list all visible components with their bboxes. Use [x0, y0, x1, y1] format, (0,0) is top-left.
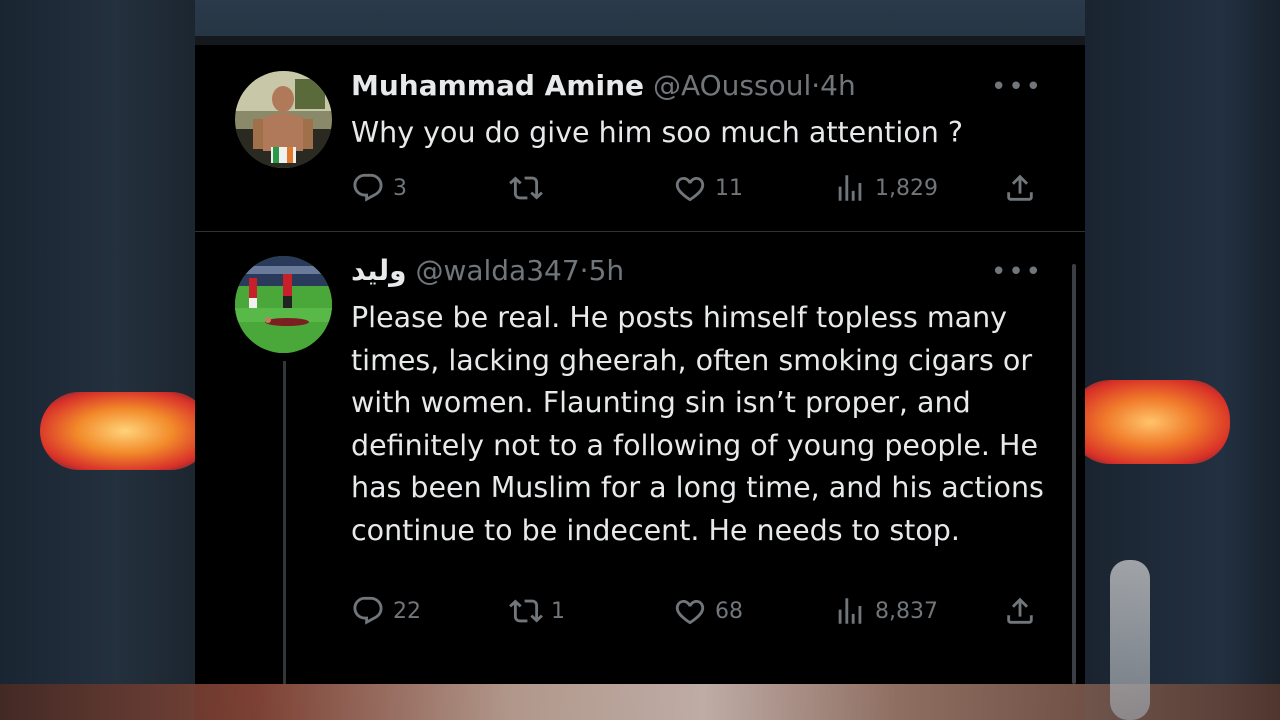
timestamp[interactable]: 5h	[589, 254, 625, 287]
display-name[interactable]: Muhammad Amine	[351, 69, 644, 102]
more-options-icon[interactable]: •••	[991, 257, 1043, 287]
share-icon	[1007, 174, 1033, 201]
tweet[interactable]: Muhammad Amine @AOussoul·4h ••• Why you …	[195, 66, 1085, 231]
scrollbar[interactable]	[1072, 264, 1076, 684]
share-icon	[1007, 597, 1033, 624]
retweet-icon	[509, 599, 543, 623]
separator-dot: ·	[579, 254, 589, 287]
thread-line	[283, 361, 286, 684]
reply-count: 3	[393, 175, 407, 201]
like-button[interactable]: 68	[673, 593, 743, 629]
view-count: 1,829	[875, 175, 938, 201]
user-handle[interactable]: @walda347	[415, 254, 579, 287]
user-handle[interactable]: @AOussoul	[653, 69, 811, 102]
tweet-actions: 22 1 68 8,837	[351, 593, 1051, 629]
tweet-actions: 3 11 1,829	[351, 170, 1051, 206]
reply-icon	[353, 173, 383, 202]
like-count: 68	[715, 598, 743, 624]
share-button[interactable]	[1003, 593, 1037, 629]
reply-count: 22	[393, 598, 421, 624]
tweet-text: Why you do give him soo much attention ?	[351, 116, 964, 149]
retweet-button[interactable]	[509, 170, 551, 206]
views-button[interactable]: 8,837	[833, 593, 938, 629]
tweet-divider	[195, 231, 1085, 232]
reply-icon	[353, 596, 383, 625]
heart-icon	[675, 599, 705, 625]
reply-button[interactable]: 3	[351, 170, 407, 206]
display-name[interactable]: وليد	[351, 254, 407, 287]
tweet[interactable]: وليد @walda347·5h ••• Please be real. He…	[195, 251, 1085, 684]
more-options-icon[interactable]: •••	[991, 72, 1043, 102]
retweet-count: 1	[551, 598, 565, 624]
views-button[interactable]: 1,829	[833, 170, 938, 206]
retweet-icon	[509, 176, 543, 200]
views-icon	[838, 598, 862, 624]
tweet-text: Please be real. He posts himself topless…	[351, 301, 1044, 547]
share-button[interactable]	[1003, 170, 1037, 206]
like-button[interactable]: 11	[673, 170, 743, 206]
heart-icon	[675, 176, 705, 202]
tweet-header: وليد @walda347·5h	[351, 253, 624, 289]
separator-dot: ·	[811, 69, 821, 102]
retweet-button[interactable]: 1	[509, 593, 565, 629]
reply-button[interactable]: 22	[351, 593, 421, 629]
views-icon	[838, 175, 862, 201]
timestamp[interactable]: 4h	[820, 69, 856, 102]
avatar[interactable]	[235, 256, 332, 353]
view-count: 8,837	[875, 598, 938, 624]
avatar[interactable]	[235, 71, 332, 168]
like-count: 11	[715, 175, 743, 201]
tweet-panel: Muhammad Amine @AOussoul·4h ••• Why you …	[195, 36, 1085, 684]
tweet-header: Muhammad Amine @AOussoul·4h	[351, 68, 856, 104]
